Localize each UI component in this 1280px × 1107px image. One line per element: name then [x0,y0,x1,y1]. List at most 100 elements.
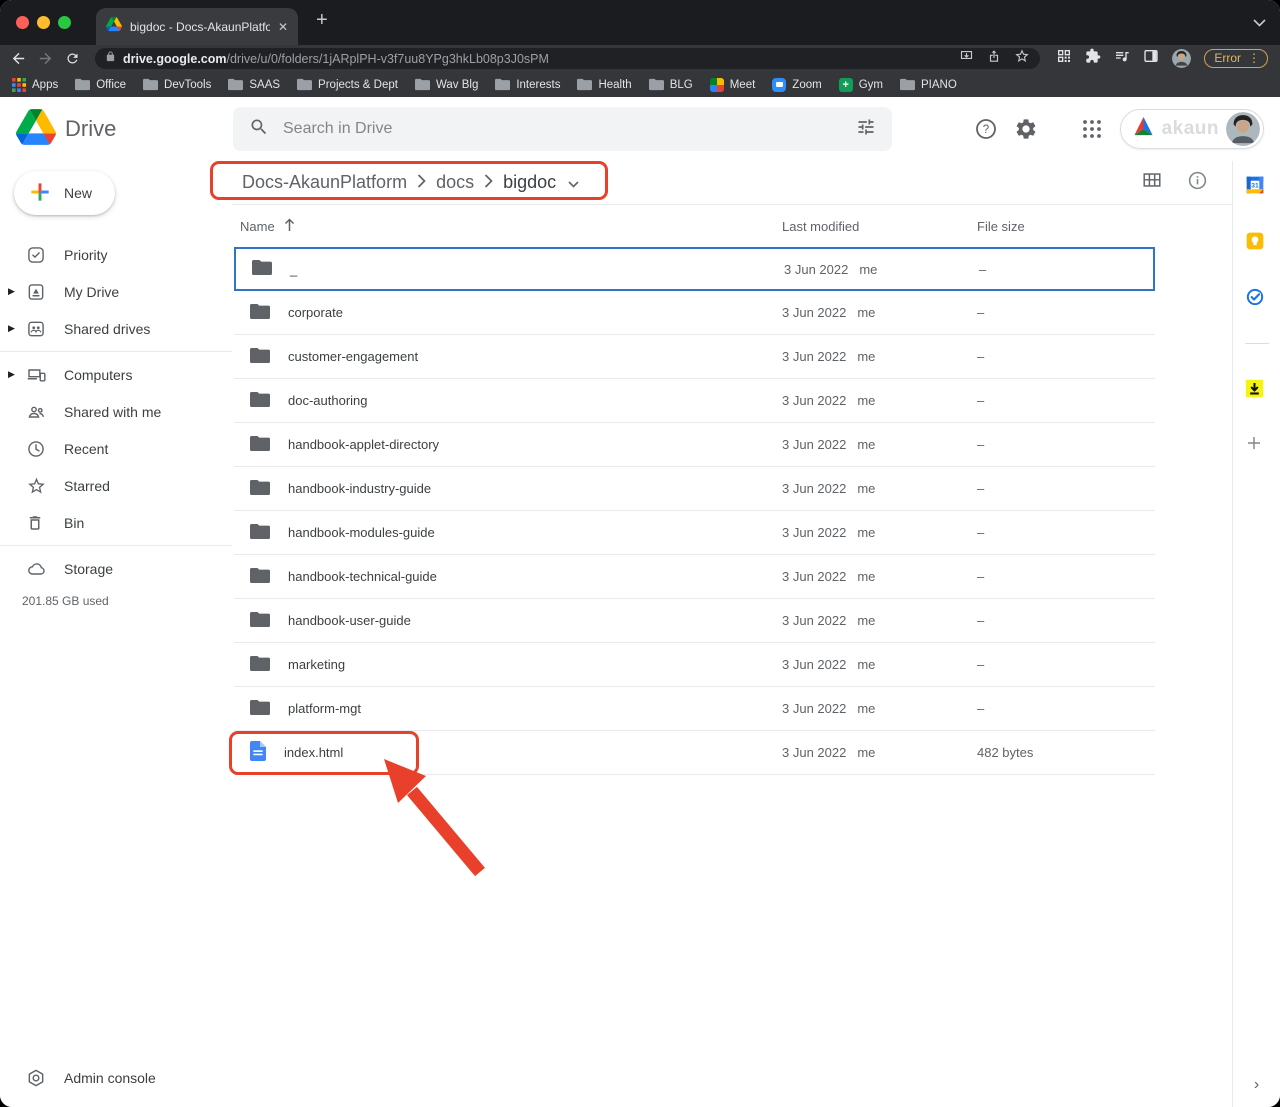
error-badge[interactable]: Error ⋮ [1204,49,1268,68]
breadcrumb-docs[interactable]: docs [436,172,474,193]
sidebar-item-storage[interactable]: Storage [0,550,232,587]
extensions-puzzle-icon[interactable] [1085,48,1101,69]
keep-icon[interactable] [1245,231,1269,256]
browser-tab[interactable]: bigdoc - Docs-AkaunPlatform ✕ [96,8,298,45]
collapse-panel-chevron-icon[interactable]: › [1254,1076,1259,1094]
table-row[interactable]: handbook-applet-directory 3 Jun 2022 me – [234,423,1155,467]
share-icon[interactable] [987,49,1001,69]
table-row[interactable]: platform-mgt 3 Jun 2022 me – [234,687,1155,731]
calendar-icon[interactable]: 31 [1245,175,1269,200]
expand-chevron-icon[interactable]: ▶ [8,369,24,380]
table-row[interactable]: handbook-user-guide 3 Jun 2022 me – [234,599,1155,643]
reading-list-icon[interactable] [1114,48,1130,69]
grid-view-icon[interactable] [1141,169,1163,196]
sidebar-item-shared-drives[interactable]: ▶ Shared drives [0,310,232,347]
menu-dots-icon[interactable]: ⋮ [1248,51,1260,65]
file-name: customer-engagement [288,349,419,364]
bookmark-apps[interactable]: Apps [12,77,58,92]
google-apps-grid-icon[interactable] [1072,109,1112,149]
account-avatar[interactable] [1226,112,1260,146]
sort-ascending-icon[interactable] [283,217,296,235]
refresh-icon[interactable] [64,50,81,67]
file-name: handbook-technical-guide [288,569,437,584]
help-icon[interactable]: ? [966,109,1006,149]
bookmark-wav-blg[interactable]: Wav Blg [414,78,478,91]
download-icon[interactable] [1245,379,1269,403]
bookmark-office[interactable]: Office [75,78,126,91]
bookmark-star-icon[interactable] [1014,48,1030,69]
zoom-window-button[interactable] [58,16,71,29]
add-icon[interactable] [1245,434,1269,457]
bookmark-interests[interactable]: Interests [495,78,560,91]
drive-app: Drive Search in Drive ? akaun New Priori… [0,97,1280,1107]
close-window-button[interactable] [16,16,29,29]
folder-bm-icon [143,78,159,91]
new-button[interactable]: New [14,171,115,215]
bookmark-piano[interactable]: PIANO [899,78,957,91]
table-row[interactable]: handbook-industry-guide 3 Jun 2022 me – [234,467,1155,511]
column-last-modified[interactable]: Last modified [782,219,859,234]
sidebar-item-computers[interactable]: ▶ Computers [0,356,232,393]
minimize-window-button[interactable] [37,16,50,29]
bookmark-label: Meet [729,78,756,91]
bookmark-gym[interactable]: + Gym [838,77,883,92]
file-size: – [977,481,985,496]
bookmark-projects-dept[interactable]: Projects & Dept [297,78,398,91]
sidebar-item-starred[interactable]: Starred [0,467,232,504]
bookmark-meet[interactable]: Meet [709,77,756,92]
table-row[interactable]: _ 3 Jun 2022 me – [234,247,1155,291]
sidebar-item-admin-console[interactable]: Admin console [0,1059,156,1096]
qr-code-icon[interactable] [1056,48,1072,69]
drive-logo[interactable]: Drive [16,108,233,150]
bookmark-label: PIANO [920,78,957,91]
browser-profile-avatar[interactable] [1172,49,1192,68]
back-icon[interactable] [10,50,27,67]
table-row[interactable]: index.html 3 Jun 2022 me 482 bytes [234,731,1155,775]
info-icon[interactable] [1187,170,1208,196]
url-path: /drive/u/0/folders/1jARplPH-v3f7uu8YPg3h… [226,51,549,66]
folder-menu-caret-icon[interactable] [568,172,579,193]
breadcrumb-current[interactable]: bigdoc [503,172,556,193]
sidebar-item-recent[interactable]: Recent [0,430,232,467]
new-tab-button[interactable]: + [316,9,328,32]
file-size: 482 bytes [977,745,1034,760]
side-panel-icon[interactable] [1143,48,1159,69]
bookmark-zoom[interactable]: Zoom [772,77,822,92]
expand-chevron-icon[interactable]: ▶ [8,286,24,297]
sidebar-item-priority[interactable]: Priority [0,236,232,273]
url-bar[interactable]: drive.google.com/drive/u/0/folders/1jARp… [95,48,1041,69]
bookmark-health[interactable]: Health [577,78,632,91]
table-row[interactable]: marketing 3 Jun 2022 me – [234,643,1155,687]
tasks-icon[interactable] [1245,287,1269,312]
breadcrumb-root[interactable]: Docs-AkaunPlatform [242,172,407,193]
file-name: handbook-applet-directory [288,437,440,452]
sidebar-item-shared-with-me[interactable]: Shared with me [0,393,232,430]
sidebar-item-bin[interactable]: Bin [0,504,232,541]
table-row[interactable]: customer-engagement 3 Jun 2022 me – [234,335,1155,379]
table-row[interactable]: corporate 3 Jun 2022 me – [234,291,1155,335]
search-input[interactable]: Search in Drive [233,107,892,151]
breadcrumb[interactable]: Docs-AkaunPlatform docs bigdoc [242,172,579,193]
chevron-down-icon[interactable] [1253,14,1266,32]
table-row[interactable]: doc-authoring 3 Jun 2022 me – [234,379,1155,423]
forward-icon[interactable] [37,50,54,67]
bookmark-saas[interactable]: SAAS [228,78,280,91]
bookmark-blg[interactable]: BLG [648,78,693,91]
table-header: Name Last modified File size [234,205,1155,247]
bookmark-devtools[interactable]: DevTools [143,78,211,91]
sidebar-item-my-drive[interactable]: ▶ My Drive [0,273,232,310]
divider [0,545,232,546]
last-modified: 3 Jun 2022 [782,349,847,364]
account-brand-badge[interactable]: akaun [1119,109,1264,149]
settings-gear-icon[interactable] [1006,109,1046,149]
column-file-size[interactable]: File size [977,219,1025,234]
install-app-icon[interactable] [959,49,974,69]
search-options-icon[interactable] [856,117,876,142]
expand-chevron-icon[interactable]: ▶ [8,323,24,334]
table-row[interactable]: handbook-technical-guide 3 Jun 2022 me – [234,555,1155,599]
tab-close-icon[interactable]: ✕ [278,20,288,34]
column-name[interactable]: Name [240,219,275,234]
breadcrumb-bar: Docs-AkaunPlatform docs bigdoc [232,161,1232,205]
table-row[interactable]: handbook-modules-guide 3 Jun 2022 me – [234,511,1155,555]
file-name: corporate [288,305,343,320]
